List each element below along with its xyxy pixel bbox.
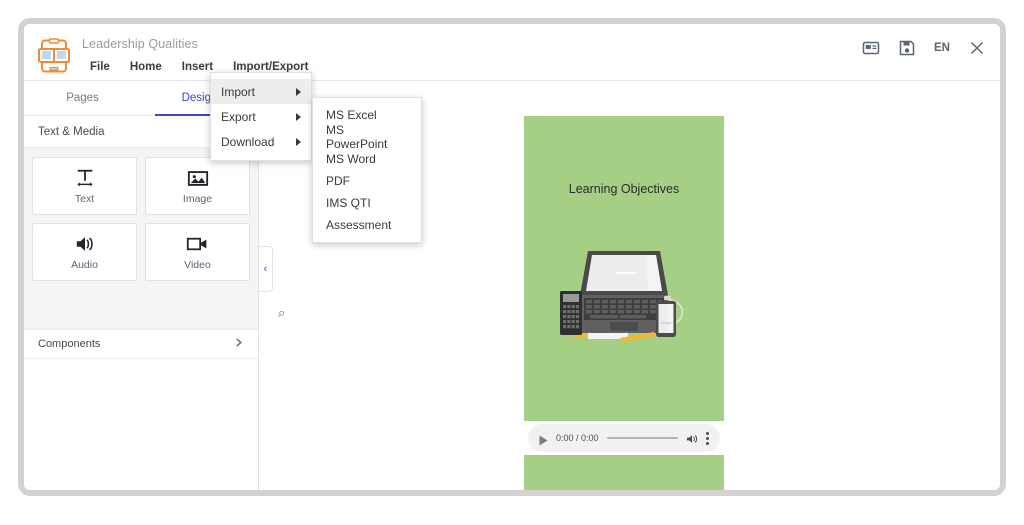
dropdown-label-export: Export xyxy=(221,109,256,124)
menu-home[interactable]: Home xyxy=(120,57,172,77)
slide-title[interactable]: Learning Objectives xyxy=(524,182,724,196)
audio-player: 0:00 / 0:00 xyxy=(524,421,724,455)
image-icon xyxy=(187,167,209,189)
dropdown-label-import: Import xyxy=(221,84,256,99)
more-vertical-icon[interactable] xyxy=(706,431,709,445)
submenu-item-ms-word[interactable]: MS Word xyxy=(313,148,421,170)
window-inner: Leadership Qualities File Home Insert Im… xyxy=(24,24,1000,490)
media-label-audio: Audio xyxy=(71,259,98,271)
top-bar: Leadership Qualities File Home Insert Im… xyxy=(24,24,1000,81)
close-x-icon[interactable] xyxy=(968,39,986,57)
panel-bottom-empty xyxy=(24,359,258,490)
chevron-right-icon xyxy=(296,112,301,121)
video-camera-icon xyxy=(186,233,209,255)
dropdown-item-download[interactable]: Download xyxy=(211,129,311,154)
submenu-item-pdf[interactable]: PDF xyxy=(313,170,421,192)
preview-card-icon[interactable] xyxy=(862,39,880,57)
laptop-calculator-phone-illustration[interactable] xyxy=(546,241,702,351)
audio-player-pill: 0:00 / 0:00 xyxy=(528,424,720,452)
save-floppy-icon[interactable] xyxy=(898,39,916,57)
submenu-item-ims-qti[interactable]: IMS QTI xyxy=(313,192,421,214)
submenu-item-ms-powerpoint[interactable]: MS PowerPoint xyxy=(313,123,421,151)
application-window: Leadership Qualities File Home Insert Im… xyxy=(18,18,1006,496)
import-submenu: MS Excel MS PowerPoint MS Word PDF IMS Q… xyxy=(312,97,422,243)
audio-time-display: 0:00 / 0:00 xyxy=(556,433,599,443)
dropdown-item-export[interactable]: Export xyxy=(211,104,311,129)
chevron-right-icon xyxy=(296,87,301,96)
media-label-text: Text xyxy=(74,193,95,205)
components-row[interactable]: Components xyxy=(24,329,258,359)
media-grid: Text Image Audio Video xyxy=(32,157,250,281)
volume-icon[interactable] xyxy=(686,432,698,444)
import-export-dropdown: Import Export Download xyxy=(210,72,312,161)
media-card-video[interactable]: Video xyxy=(145,223,250,281)
media-card-image[interactable]: Image xyxy=(145,157,250,215)
text-icon xyxy=(74,167,96,189)
dropdown-item-import[interactable]: Import xyxy=(211,79,311,104)
media-card-audio[interactable]: Audio xyxy=(32,223,137,281)
document-title: Leadership Qualities xyxy=(82,37,198,51)
media-grid-container: Text Image Audio Video xyxy=(24,148,258,282)
chevron-right-icon xyxy=(233,337,244,351)
language-indicator[interactable]: EN xyxy=(934,42,950,54)
media-card-text[interactable]: Text xyxy=(32,157,137,215)
media-label-video: Video xyxy=(184,259,211,271)
dropdown-label-download: Download xyxy=(221,134,275,149)
audio-progress-bar[interactable] xyxy=(606,437,678,439)
text-cursor: ⌕ xyxy=(278,305,286,320)
components-label: Components xyxy=(38,338,101,350)
book-clipboard-logo xyxy=(36,38,72,74)
chevron-right-icon xyxy=(296,137,301,146)
top-right-icon-group: EN xyxy=(862,39,986,57)
tab-pages[interactable]: Pages xyxy=(24,81,141,115)
panel-collapse-handle[interactable]: ‹ xyxy=(259,246,273,292)
panel-filler xyxy=(24,282,258,329)
media-label-image: Image xyxy=(182,193,213,205)
audio-speaker-icon xyxy=(74,233,96,255)
menu-file[interactable]: File xyxy=(80,57,120,77)
slide-canvas[interactable]: Learning Objectives 0:00 / 0:00 xyxy=(524,116,724,490)
submenu-item-assessment[interactable]: Assessment xyxy=(313,214,421,236)
play-icon[interactable] xyxy=(539,433,548,445)
